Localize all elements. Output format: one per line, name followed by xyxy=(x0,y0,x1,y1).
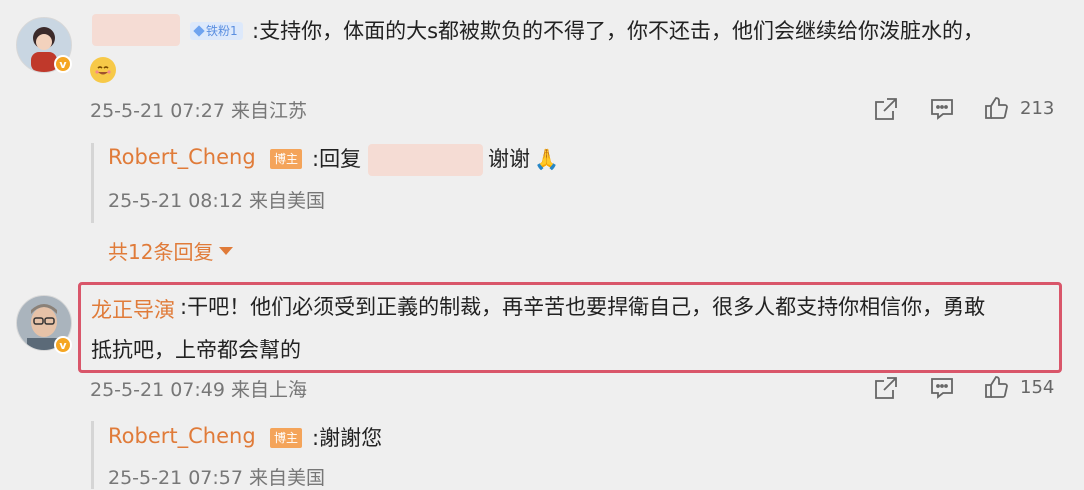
like-icon[interactable] xyxy=(983,95,1009,121)
fan-level-badge: 铁粉1 xyxy=(190,22,243,40)
verified-icon: v xyxy=(54,336,72,354)
diamond-icon xyxy=(193,25,205,37)
reply-author-name[interactable]: Robert_Cheng xyxy=(108,424,256,448)
reply-text: :謝謝您 xyxy=(312,426,383,450)
commenter-name-blurred[interactable] xyxy=(92,14,180,46)
like-icon[interactable] xyxy=(983,374,1009,400)
more-replies-label: 共12条回复 xyxy=(108,240,214,264)
fan-level-label: 铁粉1 xyxy=(206,24,238,38)
reply-timestamp: 25-5-21 07:57 来自美国 xyxy=(108,467,325,489)
comment-timestamp: 25-5-21 07:27 来自江苏 xyxy=(90,100,307,122)
more-replies-link[interactable]: 共12条回复 xyxy=(108,236,234,265)
reply-thread-bar xyxy=(91,143,94,223)
verified-icon: v xyxy=(54,55,72,73)
blogger-badge: 博主 xyxy=(270,428,303,448)
emoji-smile-icon xyxy=(90,57,116,83)
comment-timestamp: 25-5-21 07:49 来自上海 xyxy=(90,379,307,401)
comment-icon[interactable] xyxy=(929,96,955,122)
reply-target-blurred[interactable] xyxy=(368,144,483,176)
reply-author-name[interactable]: Robert_Cheng xyxy=(108,145,256,169)
like-count: 154 xyxy=(1020,377,1055,398)
pray-emoji-icon: 🙏 xyxy=(534,147,559,171)
reply-thread-bar xyxy=(91,421,94,489)
commenter-name[interactable]: 龙正导演 xyxy=(91,294,175,324)
reply-text: 谢谢 xyxy=(488,147,530,171)
reply-timestamp: 25-5-21 08:12 来自美国 xyxy=(108,190,325,212)
share-icon[interactable] xyxy=(873,375,899,401)
caret-down-icon xyxy=(219,246,234,255)
comment-text-line1: :干吧！他们必须受到正義的制裁，再辛苦也要捍衛自己，很多人都支持你相信你，勇敢 xyxy=(180,295,986,319)
comment-text: :支持你，体面的大s都被欺负的不得了，你不还击，他们会继续给你泼脏水的， xyxy=(252,19,985,43)
comment-text-line2: 抵抗吧，上帝都会幫的 xyxy=(91,338,301,362)
comment-icon[interactable] xyxy=(929,375,955,401)
blogger-badge: 博主 xyxy=(270,149,303,169)
like-count: 213 xyxy=(1020,98,1055,119)
share-icon[interactable] xyxy=(873,96,899,122)
reply-prefix: :回复 xyxy=(312,147,362,171)
